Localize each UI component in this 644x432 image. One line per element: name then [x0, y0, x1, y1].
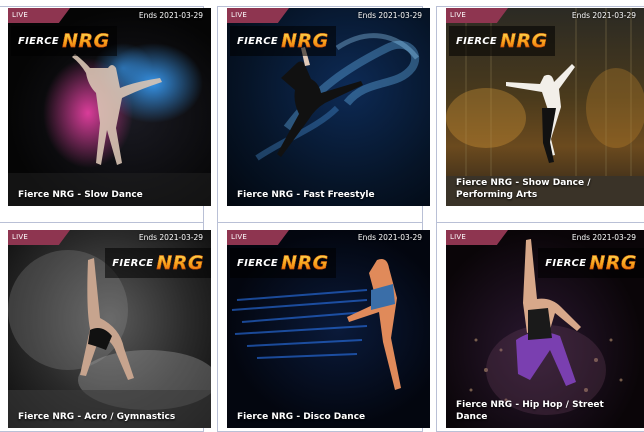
fierce-nrg-logo: FIERCE NRG: [449, 26, 555, 56]
competition-title: Fierce NRG - Slow Dance: [18, 190, 143, 200]
fierce-nrg-logo: FIERCE NRG: [230, 248, 336, 278]
logo-word: FIERCE: [237, 257, 279, 269]
logo-mark: NRG: [500, 30, 548, 52]
competition-title: Fierce NRG - Show Dance / Performing Art…: [456, 178, 591, 200]
logo-mark: NRG: [156, 252, 204, 274]
logo-mark: NRG: [281, 30, 329, 52]
logo-word: FIERCE: [237, 35, 279, 47]
fierce-nrg-logo: FIERCE NRG: [538, 248, 644, 278]
competition-title: Fierce NRG - Disco Dance: [237, 412, 366, 422]
logo-word: FIERCE: [18, 35, 60, 47]
competition-card-acro-gymnastics[interactable]: LIVE Ends 2021-03-29 FIERCE NRG Fierce N…: [8, 230, 211, 428]
logo-word: FIERCE: [545, 257, 587, 269]
logo-word: FIERCE: [456, 35, 498, 47]
competition-card-hip-hop[interactable]: LIVE Ends 2021-03-29 FIERCE NRG Fierce N…: [446, 230, 644, 428]
competition-card-slow-dance[interactable]: LIVE Ends 2021-03-29 FIERCE NRG Fierce N…: [8, 8, 211, 206]
fierce-nrg-logo: FIERCE NRG: [230, 26, 336, 56]
competition-card-disco-dance[interactable]: LIVE Ends 2021-03-29 FIERCE NRG Fierce N…: [227, 230, 430, 428]
competition-card-show-dance[interactable]: LIVE Ends 2021-03-29 FIERCE NRG Fierce N…: [446, 8, 644, 206]
logo-mark: NRG: [62, 30, 110, 52]
end-date: Ends 2021-03-29: [357, 233, 422, 242]
logo-mark: NRG: [589, 252, 637, 274]
competition-title: Fierce NRG - Acro / Gymnastics: [18, 412, 176, 422]
end-date: Ends 2021-03-29: [138, 11, 203, 20]
logo-mark: NRG: [281, 252, 329, 274]
fierce-nrg-logo: FIERCE NRG: [11, 26, 117, 56]
competition-title: Fierce NRG - Hip Hop / Street Dance: [456, 400, 604, 422]
end-date: Ends 2021-03-29: [138, 233, 203, 242]
competition-title: Fierce NRG - Fast Freestyle: [237, 190, 375, 200]
logo-word: FIERCE: [112, 257, 154, 269]
fierce-nrg-logo: FIERCE NRG: [105, 248, 211, 278]
end-date: Ends 2021-03-29: [357, 11, 422, 20]
end-date: Ends 2021-03-29: [571, 11, 636, 20]
competition-card-fast-freestyle[interactable]: LIVE Ends 2021-03-29 FIERCE NRG Fierce N…: [227, 8, 430, 206]
end-date: Ends 2021-03-29: [571, 233, 636, 242]
